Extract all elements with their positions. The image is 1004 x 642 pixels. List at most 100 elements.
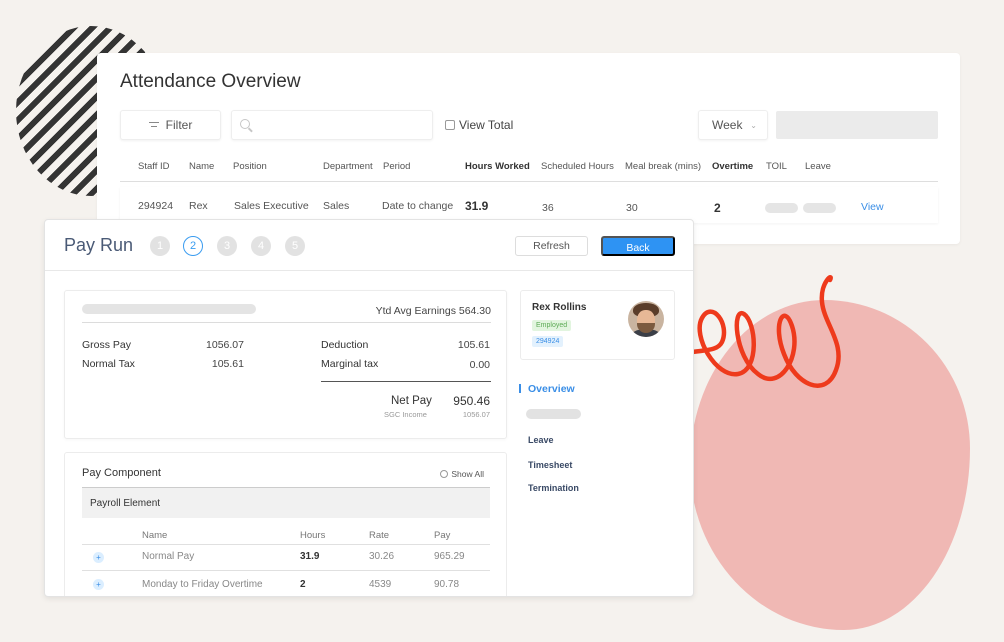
- cell-overtime: 2: [714, 201, 721, 215]
- view-total-checkbox[interactable]: [445, 120, 455, 130]
- employee-profile-card: Rex Rollins Employed 294924: [520, 290, 675, 360]
- net-pay-value: 950.46: [453, 394, 490, 408]
- step-3[interactable]: 3: [217, 236, 237, 256]
- column-header-name: Name: [142, 530, 168, 541]
- period-select[interactable]: Week ⌄: [698, 110, 768, 140]
- view-total-label: View Total: [459, 118, 514, 132]
- cell-department: Sales: [323, 200, 350, 212]
- component-name: Normal Pay: [142, 551, 195, 562]
- nav-item-timesheet[interactable]: Timesheet: [528, 460, 572, 470]
- show-all-checkbox[interactable]: [440, 470, 449, 478]
- step-5[interactable]: 5: [285, 236, 305, 256]
- placeholder-bar: [82, 304, 256, 314]
- cell-scheduled-hours: 36: [542, 202, 554, 214]
- component-pay: 965.29: [434, 551, 465, 562]
- step-2[interactable]: 2: [183, 236, 203, 256]
- attendance-title: Attendance Overview: [120, 71, 301, 92]
- filter-label: Filter: [165, 118, 193, 132]
- component-hours: 2: [300, 579, 306, 590]
- cell-hours-worked: 31.9: [465, 199, 489, 213]
- refresh-button[interactable]: Refresh: [515, 236, 588, 256]
- column-header-period: Period: [383, 161, 411, 172]
- component-rate: 30.26: [369, 551, 395, 562]
- back-button[interactable]: Back: [601, 236, 675, 256]
- avatar: [628, 301, 664, 337]
- row-divider: [82, 544, 490, 545]
- column-header-rate: Rate: [369, 530, 390, 541]
- pay-component-panel: Pay Component Show All Payroll Element N…: [64, 452, 507, 596]
- pay-run-header: Pay Run 1 2 3 4 5 Refresh Back: [45, 220, 693, 271]
- column-header-scheduled-hours: Scheduled Hours: [541, 161, 614, 172]
- column-header-name: Name: [189, 161, 215, 172]
- net-pay-label: Net Pay: [391, 395, 432, 407]
- show-all-label: Show All: [451, 469, 484, 479]
- cell-meal-break: 30: [626, 202, 638, 214]
- column-header-leave: Leave: [805, 161, 831, 172]
- spiral-doodle-decoration: [676, 275, 841, 388]
- marginal-tax-label: Marginal tax: [321, 358, 379, 370]
- column-header-position: Position: [233, 161, 267, 172]
- status-badge: Employed: [532, 320, 572, 331]
- employee-id-badge: 294924: [532, 336, 564, 347]
- component-rate: 4539: [369, 579, 392, 590]
- ytd-avg-earnings: Ytd Avg Earnings 564.30: [375, 305, 491, 317]
- chevron-down-icon: ⌄: [750, 121, 757, 130]
- summary-divider: [82, 322, 491, 323]
- placeholder-bar: [776, 111, 938, 139]
- step-1[interactable]: 1: [150, 236, 170, 256]
- payroll-element-section[interactable]: Payroll Element: [82, 488, 490, 518]
- column-header-staff-id: Staff ID: [138, 161, 170, 172]
- cell-name: Rex: [189, 200, 208, 212]
- column-header-hours: Hours: [300, 530, 326, 541]
- component-pay: 90.78: [434, 579, 460, 590]
- cell-position: Sales Executive: [234, 200, 309, 212]
- cell-leave-placeholder: [803, 203, 836, 213]
- gross-pay-label: Gross Pay: [82, 339, 132, 351]
- nav-item-termination[interactable]: Termination: [528, 483, 579, 493]
- pay-run-card: Pay Run 1 2 3 4 5 Refresh Back Ytd Avg E…: [44, 219, 694, 597]
- row-divider: [82, 570, 490, 571]
- filter-icon: [148, 121, 159, 129]
- gross-pay-value: 1056.07: [206, 339, 244, 351]
- filter-button[interactable]: Filter: [120, 110, 221, 140]
- component-name: Monday to Friday Overtime: [142, 579, 263, 590]
- cell-toil-placeholder: [765, 203, 798, 213]
- nav-item-leave[interactable]: Leave: [528, 435, 554, 445]
- net-pay-divider: [321, 381, 491, 382]
- sgc-income-value: 1056.07: [462, 410, 490, 419]
- deduction-value: 105.61: [457, 339, 490, 351]
- component-hours: 31.9: [300, 551, 320, 562]
- step-4[interactable]: 4: [251, 236, 271, 256]
- column-header-department: Department: [323, 161, 373, 172]
- pay-summary-panel: Ytd Avg Earnings 564.30 Gross Pay 1056.0…: [64, 290, 507, 439]
- header-divider: [120, 181, 938, 182]
- pay-component-title: Pay Component: [82, 467, 161, 479]
- column-header-meal-break: Meal break (mins): [625, 161, 702, 172]
- cell-period: Date to change: [382, 200, 454, 212]
- deduction-label: Deduction: [321, 339, 369, 351]
- period-select-value: Week: [712, 118, 743, 132]
- expand-icon[interactable]: +: [93, 552, 104, 563]
- attendance-overview-card: Attendance Overview Filter View Total We…: [97, 53, 960, 244]
- normal-tax-value: 105.61: [211, 358, 244, 370]
- search-icon: [240, 119, 250, 129]
- cell-staff-id: 294924: [138, 200, 174, 212]
- search-input[interactable]: [231, 110, 433, 140]
- column-header-toil: TOIL: [766, 161, 787, 172]
- column-header-hours-worked: Hours Worked: [465, 161, 530, 172]
- employee-name: Rex Rollins: [532, 302, 587, 313]
- nav-item-overview[interactable]: Overview: [528, 383, 575, 395]
- show-all-toggle[interactable]: Show All: [440, 469, 484, 479]
- column-header-overtime: Overtime: [712, 161, 754, 172]
- marginal-tax-value: 0.00: [469, 359, 490, 371]
- view-total-toggle[interactable]: View Total: [445, 118, 513, 132]
- sgc-income-label: SGC Income: [384, 410, 427, 419]
- expand-icon[interactable]: +: [93, 579, 104, 590]
- view-link[interactable]: View: [861, 201, 884, 213]
- active-nav-indicator: [519, 384, 521, 393]
- placeholder-bar: [526, 409, 581, 419]
- column-header-pay: Pay: [434, 530, 451, 541]
- normal-tax-label: Normal Tax: [82, 358, 135, 370]
- payroll-element-label: Payroll Element: [90, 498, 161, 509]
- pay-run-title: Pay Run: [64, 235, 134, 255]
